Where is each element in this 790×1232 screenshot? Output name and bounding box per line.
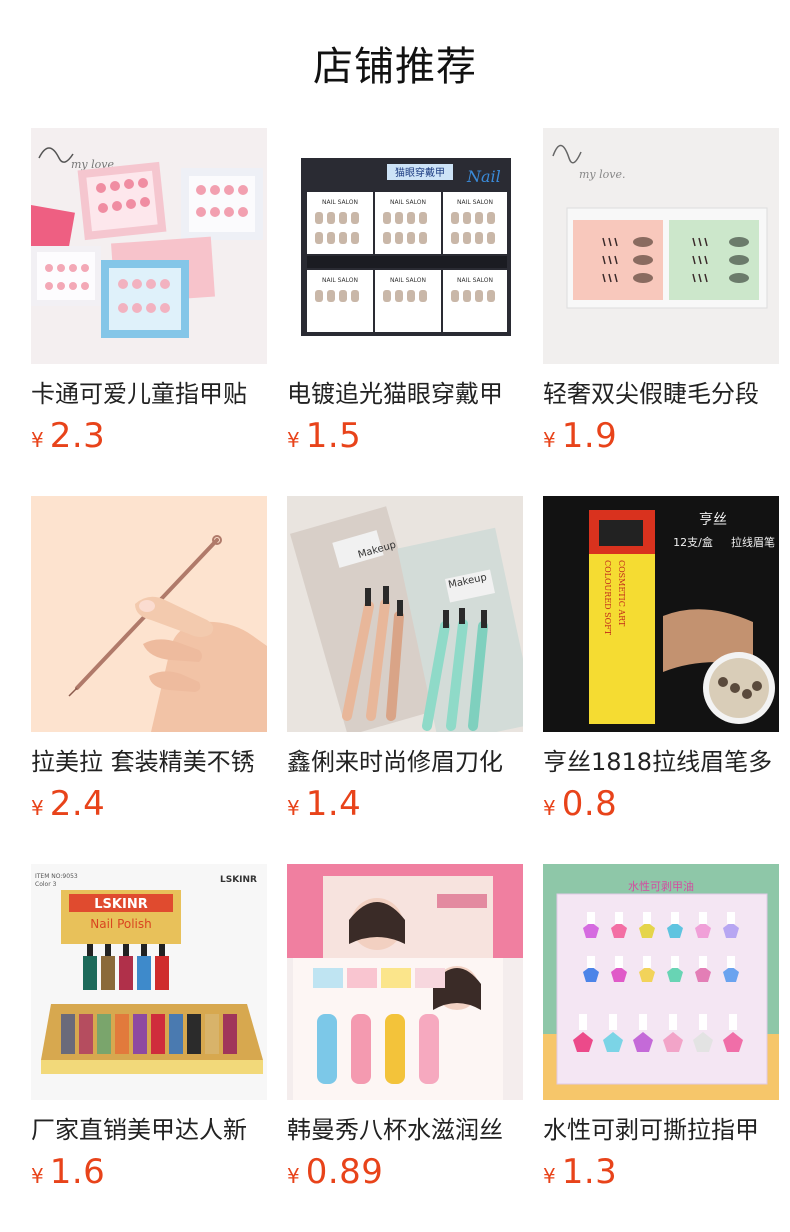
product-name[interactable]: 卡通可爱儿童指甲贴 — [31, 378, 267, 410]
svg-text:NAIL SALON: NAIL SALON — [390, 277, 426, 284]
section-header: 店铺推荐 — [0, 0, 790, 128]
currency-symbol: ¥ — [543, 796, 556, 820]
price-value: 1.6 — [49, 1152, 106, 1192]
product-image[interactable]: Makeup Makeup — [287, 496, 523, 732]
product-card[interactable]: my love. 轻奢双尖假睫毛分段 ¥ 1.9 — [543, 128, 779, 496]
product-name[interactable]: 水性可剥可撕拉指甲 — [543, 1114, 779, 1146]
price-value: 0.8 — [561, 784, 618, 824]
product-card[interactable]: 拉美拉 套装精美不锈 ¥ 2.4 — [31, 496, 267, 864]
svg-text:Nail: Nail — [466, 167, 501, 186]
product-card[interactable]: 水性可剥甲油 水性可剥可撕拉指甲 ¥ 1.3 — [543, 864, 779, 1232]
product-name[interactable]: 亨丝1818拉线眉笔多 — [543, 746, 779, 778]
price-value: 1.5 — [305, 416, 362, 456]
product-image[interactable]: 亨丝 12支/盒 拉线眉笔 COLOURED SOFT COSMETIC ART — [543, 496, 779, 732]
currency-symbol: ¥ — [543, 428, 556, 452]
product-card[interactable]: my love. 卡通可爱儿童指甲贴 ¥ 2.3 — [31, 128, 267, 496]
product-image[interactable]: 猫眼穿戴甲 Nail NAIL SALON NAIL SALON NAIL SALO… — [287, 128, 523, 364]
svg-text:亨丝: 亨丝 — [699, 511, 727, 528]
currency-symbol: ¥ — [287, 796, 300, 820]
currency-symbol: ¥ — [31, 796, 44, 820]
svg-text:NAIL SALON: NAIL SALON — [322, 277, 358, 284]
stainless-tool-image — [31, 496, 267, 732]
svg-text:NAIL SALON: NAIL SALON — [322, 199, 358, 206]
product-price: ¥ 0.8 — [543, 784, 617, 828]
currency-symbol: ¥ — [31, 1164, 44, 1188]
svg-text:COLOURED SOFT: COLOURED SOFT — [603, 560, 612, 636]
product-card[interactable]: 猫眼穿戴甲 Nail NAIL SALON NAIL SALON NAIL SALO… — [287, 128, 523, 496]
product-card[interactable]: 韩曼秀八杯水滋润丝 ¥ 0.89 — [287, 864, 523, 1232]
eyebrow-razor-image: Makeup Makeup — [287, 496, 523, 732]
product-image[interactable]: ITEM NO:9053 Color 3 LSKINR LSKINR Nail … — [31, 864, 267, 1100]
section-title: 店铺推荐 — [313, 44, 477, 90]
product-name[interactable]: 韩曼秀八杯水滋润丝 — [287, 1114, 523, 1146]
price-value: 1.4 — [305, 784, 362, 824]
product-card[interactable]: 亨丝 12支/盒 拉线眉笔 COLOURED SOFT COSMETIC ART… — [543, 496, 779, 864]
currency-symbol: ¥ — [31, 428, 44, 452]
product-price: ¥ 1.4 — [287, 784, 361, 828]
svg-text:ITEM NO:9053: ITEM NO:9053 — [35, 873, 78, 880]
product-price: ¥ 2.3 — [31, 416, 105, 460]
svg-text:猫眼穿戴甲: 猫眼穿戴甲 — [395, 166, 445, 179]
press-on-nails-image: 猫眼穿戴甲 Nail NAIL SALON NAIL SALON NAIL SALO… — [287, 128, 523, 364]
false-eyelashes-image: my love. — [543, 128, 779, 364]
svg-text:COSMETIC ART: COSMETIC ART — [617, 560, 626, 627]
peelable-nail-polish-image: 水性可剥甲油 — [543, 864, 779, 1100]
svg-text:12支/盒: 12支/盒 — [673, 535, 713, 549]
nail-polish-display-image: ITEM NO:9053 Color 3 LSKINR LSKINR Nail … — [31, 864, 267, 1100]
price-value: 1.3 — [561, 1152, 618, 1192]
price-value: 0.89 — [305, 1152, 384, 1192]
svg-text:Nail Polish: Nail Polish — [90, 917, 152, 931]
product-image[interactable]: my love. — [31, 128, 267, 364]
product-image[interactable] — [31, 496, 267, 732]
product-price: ¥ 2.4 — [31, 784, 105, 828]
currency-symbol: ¥ — [543, 1164, 556, 1188]
product-card[interactable]: Makeup Makeup 鑫俐来时尚修眉刀化 ¥ 1.4 — [287, 496, 523, 864]
currency-symbol: ¥ — [287, 1164, 300, 1188]
svg-text:Color 3: Color 3 — [35, 881, 57, 888]
currency-symbol: ¥ — [287, 428, 300, 452]
product-grid: my love. 卡通可爱儿童指甲贴 ¥ 2.3 猫眼穿戴甲 Nail NAIL… — [31, 128, 779, 1232]
product-image[interactable]: my love. — [543, 128, 779, 364]
product-name[interactable]: 轻奢双尖假睫毛分段 — [543, 378, 779, 410]
svg-text:NAIL SALON: NAIL SALON — [457, 199, 493, 206]
product-name[interactable]: 拉美拉 套装精美不锈 — [31, 746, 267, 778]
product-name[interactable]: 电镀追光猫眼穿戴甲 — [287, 378, 523, 410]
price-value: 1.9 — [561, 416, 618, 456]
nail-stickers-image: my love. — [31, 128, 267, 364]
product-name[interactable]: 鑫俐来时尚修眉刀化 — [287, 746, 523, 778]
svg-text:LSKINR: LSKINR — [220, 875, 257, 885]
product-price: ¥ 1.5 — [287, 416, 361, 460]
product-name[interactable]: 厂家直销美甲达人新 — [31, 1114, 267, 1146]
svg-text:my love.: my love. — [579, 168, 626, 181]
svg-text:LSKINR: LSKINR — [94, 897, 147, 912]
product-price: ¥ 1.3 — [543, 1152, 617, 1196]
svg-text:NAIL SALON: NAIL SALON — [457, 277, 493, 284]
product-price: ¥ 0.89 — [287, 1152, 383, 1196]
product-price: ¥ 1.9 — [543, 416, 617, 460]
product-price: ¥ 1.6 — [31, 1152, 105, 1196]
svg-text:水性可剥甲油: 水性可剥甲油 — [628, 879, 694, 893]
svg-text:NAIL SALON: NAIL SALON — [390, 199, 426, 206]
eyebrow-pencil-image: 亨丝 12支/盒 拉线眉笔 COLOURED SOFT COSMETIC ART — [543, 496, 779, 732]
lip-balm-set-image — [287, 864, 523, 1100]
svg-text:拉线眉笔: 拉线眉笔 — [731, 535, 775, 549]
price-value: 2.3 — [49, 416, 106, 456]
product-image[interactable]: 水性可剥甲油 — [543, 864, 779, 1100]
product-card[interactable]: ITEM NO:9053 Color 3 LSKINR LSKINR Nail … — [31, 864, 267, 1232]
price-value: 2.4 — [49, 784, 106, 824]
product-image[interactable] — [287, 864, 523, 1100]
